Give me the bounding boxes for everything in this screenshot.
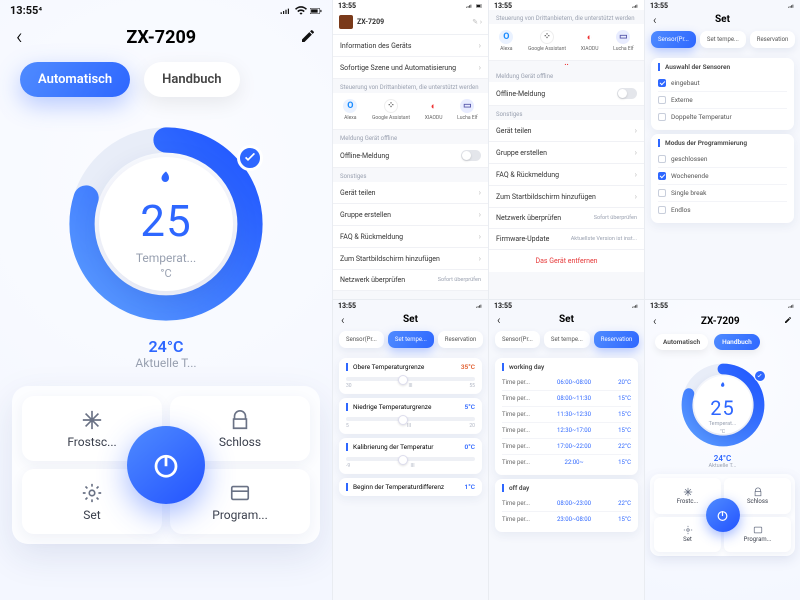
lower-limit-card[interactable]: Niedrige Temperaturgrenze5°C 5III20 [339, 398, 482, 434]
schedule-row[interactable]: Time per...12:30~17:0015°C [502, 422, 631, 438]
temp-label: Temperat... [136, 251, 196, 265]
partner-lucha[interactable]: ▭Lucha Elf [457, 99, 477, 121]
device-image [339, 15, 353, 29]
row-group[interactable]: Gruppe erstellen› [333, 204, 488, 226]
temp-unit: °C [160, 267, 171, 280]
schedule-row[interactable]: Time per...17:00~22:0022°C [502, 438, 631, 454]
schedule-row[interactable]: Time per...08:00~11:3015°C [502, 390, 631, 406]
page-title: ZX-7209 [126, 27, 196, 48]
tab-set-temp[interactable]: Set tempe... [388, 331, 434, 348]
set-temperature: 25 [140, 195, 191, 247]
partner-google[interactable]: ⁘Google Assistant [372, 99, 410, 121]
partner-alexa[interactable]: OAlexa [343, 99, 357, 121]
opt-single[interactable]: Single break [658, 184, 787, 201]
row-scene[interactable]: Sofortige Szene und Automatisierung› [333, 57, 488, 79]
diff-card[interactable]: Beginn der Temperaturdifferenz1°C [339, 478, 482, 496]
current-temp-label: Aktuelle T... [0, 356, 332, 370]
mode-manual-button[interactable]: Handbuch [144, 62, 239, 97]
status-icons [280, 6, 322, 16]
tab-reservation[interactable]: Reservation [438, 331, 484, 348]
lower-slider[interactable] [346, 417, 475, 421]
opt-external[interactable]: Externe [658, 91, 787, 108]
remove-device-button[interactable]: Das Gerät entfernen [489, 250, 644, 272]
back-button[interactable]: ‹ [16, 25, 23, 50]
current-temp: 24°C [0, 337, 332, 356]
partner-xiaodu[interactable]: ◐XIAODU [425, 99, 443, 121]
edit-icon[interactable] [300, 28, 316, 48]
row-device-info[interactable]: Information des Geräts› [333, 35, 488, 57]
opt-endless[interactable]: Endlos [658, 201, 787, 218]
schedule-row[interactable]: Time per...08:00~23:0022°C [502, 496, 631, 511]
opt-closed[interactable]: geschlossen [658, 151, 787, 167]
opt-double[interactable]: Doppelte Temperatur [658, 108, 787, 125]
temperature-dial[interactable]: 25 Temperat... °C [61, 119, 271, 329]
opt-builtin[interactable]: eingebaut [658, 75, 787, 91]
flame-icon [157, 169, 175, 193]
row-share[interactable]: Gerät teilen› [333, 182, 488, 204]
row-faq[interactable]: FAQ & Rückmeldung› [333, 226, 488, 248]
back-button[interactable]: ‹ [341, 313, 345, 327]
row-home[interactable]: Zum Startbildschirm hinzufügen› [333, 248, 488, 270]
offline-toggle[interactable] [461, 150, 481, 161]
tab-sensor[interactable]: Sensor(Pr... [339, 331, 384, 348]
opt-weekend[interactable]: Wochenende [658, 167, 787, 184]
row-offline[interactable]: Offline-Meldung [333, 144, 488, 168]
schedule-row[interactable]: Time per...11:30~12:3015°C [502, 406, 631, 422]
cal-slider[interactable] [346, 457, 475, 461]
clock: 13:55 [338, 2, 356, 10]
device-header[interactable]: ZX-7209✎ › [333, 10, 488, 35]
calibration-card[interactable]: Kalibrierung der Temperatur0°C -9III [339, 438, 482, 474]
schedule-row[interactable]: Time per...06:00~08:0020°C [502, 375, 631, 390]
upper-limit-card[interactable]: Obere Temperaturgrenze35°C 30III55 [339, 358, 482, 394]
check-icon [237, 145, 263, 171]
power-button[interactable] [127, 426, 205, 504]
schedule-row[interactable]: Time per...23:00~08:0015°C [502, 511, 631, 527]
clock: 13:55⁴ [10, 4, 42, 17]
upper-slider[interactable] [346, 377, 475, 381]
schedule-row[interactable]: Time per...22:00~15°C [502, 454, 631, 470]
row-network[interactable]: Netzwerk überprüfenSofort überprüfen [333, 270, 488, 291]
mode-auto-button[interactable]: Automatisch [20, 62, 130, 97]
